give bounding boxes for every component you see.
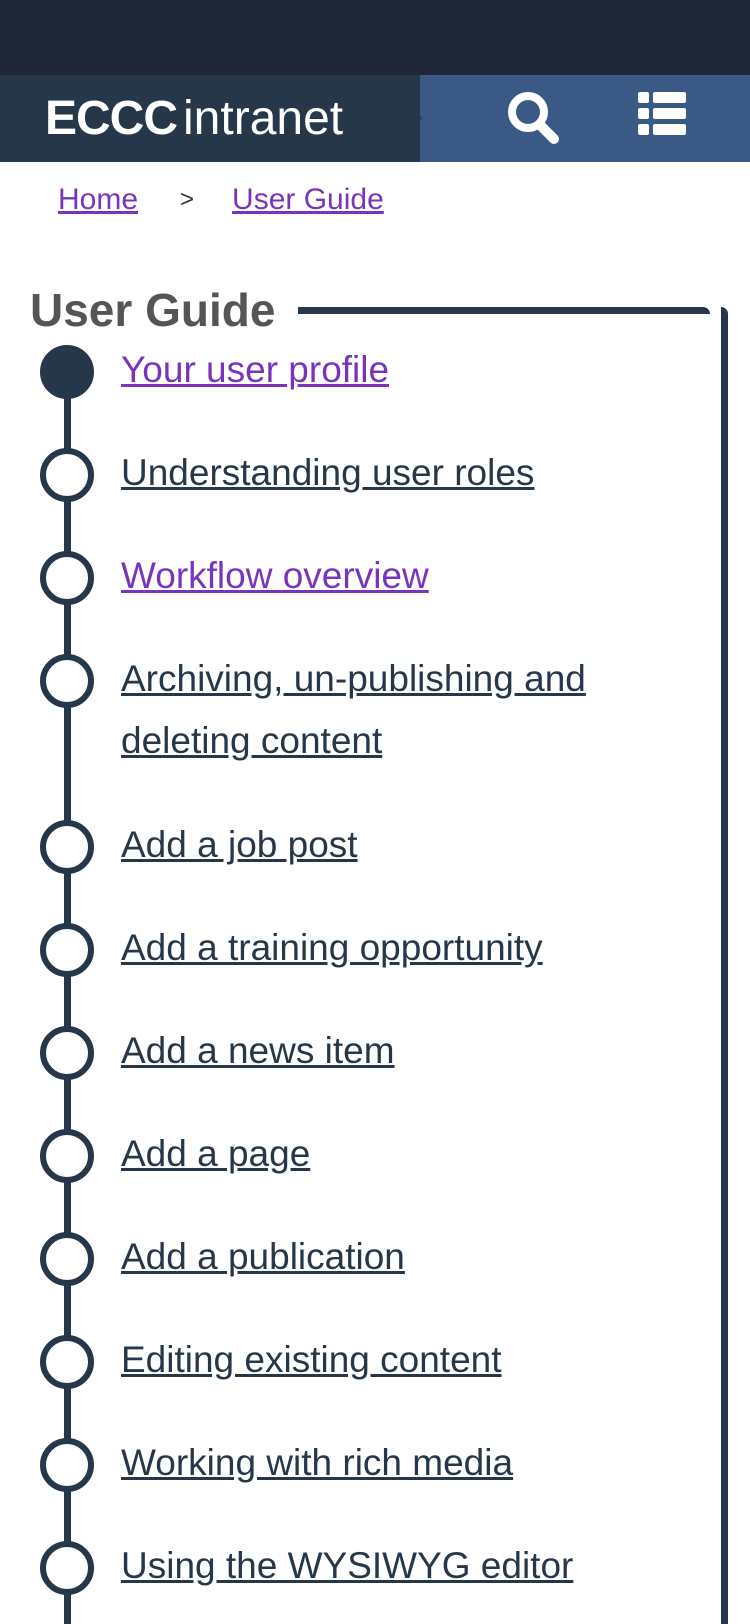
step-link-workflow-overview[interactable]: Workflow overview (121, 545, 681, 607)
step-marker (40, 1232, 94, 1286)
step-link-add-news-item[interactable]: Add a news item (121, 1020, 681, 1082)
step-link-add-publication[interactable]: Add a publication (121, 1226, 681, 1288)
page-title: User Guide (30, 282, 290, 338)
brand-chevron (382, 75, 422, 161)
step-marker (40, 1026, 94, 1080)
breadcrumb-user-guide[interactable]: User Guide (232, 183, 384, 216)
step-link-your-user-profile[interactable]: Your user profile (121, 339, 681, 401)
search-button[interactable] (502, 87, 566, 151)
step-marker (40, 1335, 94, 1389)
guide-frame-right (721, 307, 728, 1624)
step-marker (40, 551, 94, 605)
list-menu-icon (638, 92, 686, 135)
step-link-archiving[interactable]: Archiving, un-publishing and deleting co… (121, 648, 641, 772)
step-marker (40, 448, 94, 502)
step-marker (40, 923, 94, 977)
guide-frame-top (298, 307, 710, 314)
step-link-add-page[interactable]: Add a page (121, 1123, 681, 1185)
step-marker (40, 1438, 94, 1492)
site-logo[interactable]: ECCC intranet (45, 89, 343, 149)
step-link-working-with-rich-media[interactable]: Working with rich media (121, 1432, 681, 1494)
brand-name: ECCC (45, 92, 178, 145)
search-icon (508, 92, 559, 144)
step-link-add-job-post[interactable]: Add a job post (121, 814, 681, 876)
step-marker (40, 1541, 94, 1595)
step-marker (40, 1129, 94, 1183)
brand-suffix: intranet (183, 92, 344, 145)
site-header: ECCC intranet (0, 75, 750, 162)
step-link-understanding-user-roles[interactable]: Understanding user roles (121, 442, 681, 504)
breadcrumb-separator: > (180, 186, 195, 213)
menu-button[interactable] (630, 87, 694, 151)
status-bar (0, 0, 750, 75)
step-marker (40, 654, 94, 708)
step-marker-current (40, 345, 94, 399)
step-link-using-wysiwyg-editor[interactable]: Using the WYSIWYG editor (121, 1535, 681, 1597)
breadcrumb-home[interactable]: Home (58, 183, 138, 216)
breadcrumb: Home > User Guide (58, 180, 384, 220)
step-marker (40, 820, 94, 874)
step-link-editing-existing-content[interactable]: Editing existing content (121, 1329, 681, 1391)
step-link-add-training-opportunity[interactable]: Add a training opportunity (121, 917, 681, 979)
